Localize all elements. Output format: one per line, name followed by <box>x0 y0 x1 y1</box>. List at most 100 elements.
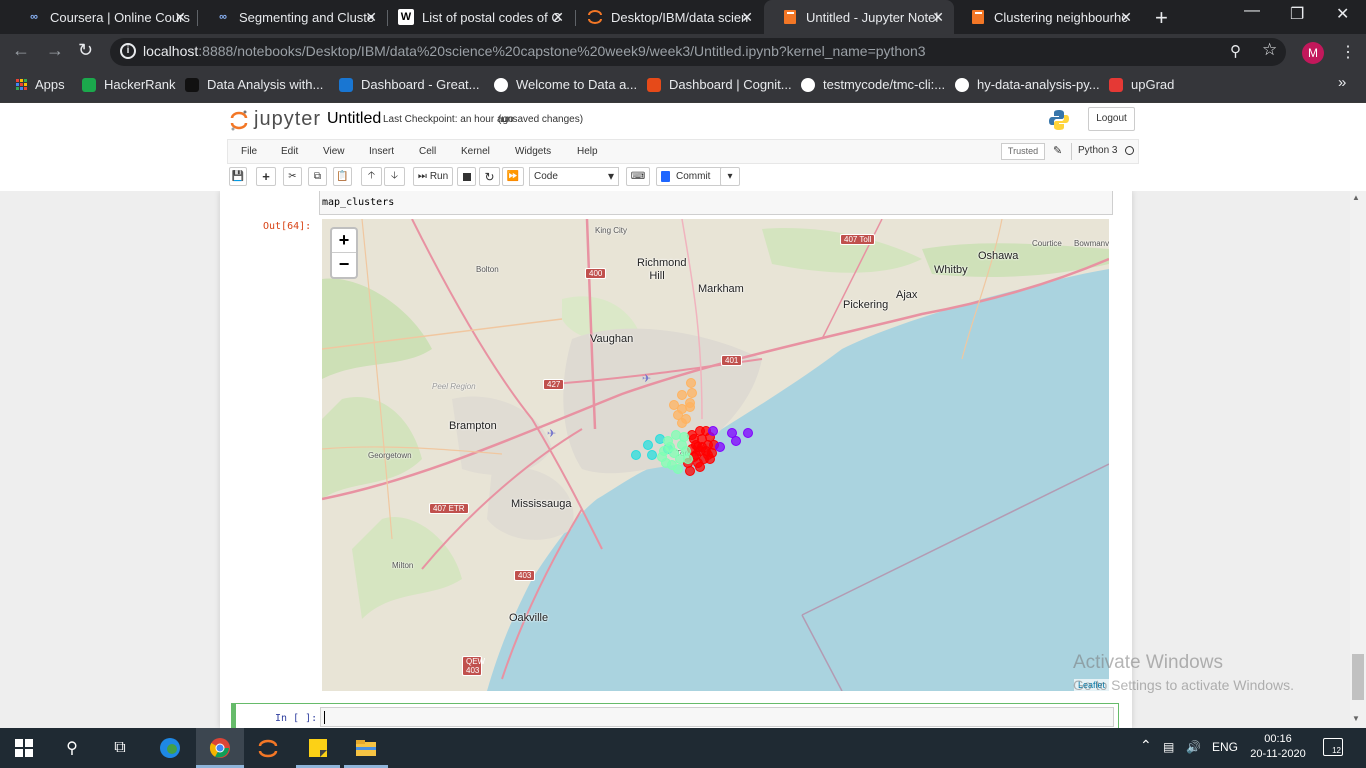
edge-icon[interactable] <box>158 736 182 760</box>
cluster-marker[interactable] <box>715 442 725 452</box>
cluster-marker[interactable] <box>631 450 641 460</box>
code-input-area[interactable]: map_clusters <box>319 191 1113 215</box>
cluster-marker[interactable] <box>673 464 683 474</box>
profile-avatar[interactable]: M <box>1302 42 1324 64</box>
info-icon[interactable]: i <box>120 43 136 59</box>
cluster-marker[interactable] <box>659 446 669 456</box>
menu-help[interactable]: Help <box>577 146 598 157</box>
interrupt-button[interactable] <box>457 167 476 186</box>
commit-dropdown[interactable]: ▾ <box>720 167 740 186</box>
tab-clustering[interactable]: Clustering neighbourhc ✕ <box>952 0 1142 34</box>
close-icon[interactable]: ✕ <box>932 9 944 26</box>
cluster-marker[interactable] <box>708 426 718 436</box>
menu-insert[interactable]: Insert <box>369 146 394 157</box>
trusted-badge[interactable]: Trusted <box>1001 143 1045 160</box>
cluster-marker[interactable] <box>669 400 679 410</box>
bookmark-testmycode[interactable]: testmycode/tmc-cli:... <box>801 77 945 92</box>
menu-file[interactable]: File <box>241 146 257 157</box>
code-input-area[interactable] <box>320 707 1114 727</box>
language-indicator[interactable]: ENG <box>1212 740 1238 754</box>
search-icon[interactable]: ⚲ <box>60 736 84 760</box>
bookmark-star-icon[interactable]: ☆ <box>1262 40 1277 60</box>
bookmark-data-analysis[interactable]: Data Analysis with... <box>185 77 323 92</box>
bookmark-hackerrank[interactable]: HackerRank <box>82 77 176 92</box>
menu-kernel[interactable]: Kernel <box>461 146 490 157</box>
scroll-down-icon[interactable]: ▼ <box>1352 714 1360 723</box>
bookmark-dashboard-great[interactable]: Dashboard - Great... <box>339 77 480 92</box>
tab-desktop-ibm[interactable]: Desktop/IBM/data scien ✕ <box>569 0 763 34</box>
zoom-in-button[interactable]: + <box>332 229 356 253</box>
new-tab-button[interactable]: + <box>1155 5 1168 31</box>
cluster-marker[interactable] <box>703 440 713 450</box>
command-palette-button[interactable]: ⌨ <box>626 167 650 186</box>
tab-coursera[interactable]: ∞ Coursera | Online Cours ✕ <box>8 0 196 34</box>
commit-button[interactable]: Commit <box>656 167 724 186</box>
move-up-button[interactable]: 🡡 <box>361 167 382 186</box>
cluster-marker[interactable] <box>683 454 693 464</box>
restart-run-all-button[interactable]: ⏩ <box>502 167 524 186</box>
tray-overflow-icon[interactable]: ⌃ <box>1140 737 1152 754</box>
bookmark-welcome-data[interactable]: Welcome to Data a... <box>494 77 637 92</box>
bookmark-hy-data[interactable]: hy-data-analysis-py... <box>955 77 1100 92</box>
cluster-marker[interactable] <box>685 402 695 412</box>
cluster-marker[interactable] <box>679 432 689 442</box>
back-icon[interactable]: ← <box>12 40 30 61</box>
bookmark-apps[interactable]: Apps <box>16 77 65 92</box>
menu-widgets[interactable]: Widgets <box>515 146 551 157</box>
scrollbar-track[interactable] <box>1350 191 1366 728</box>
cluster-marker[interactable] <box>743 428 753 438</box>
notebook-title[interactable]: Untitled <box>327 110 381 128</box>
url-input[interactable]: i localhost:8888/notebooks/Desktop/IBM/d… <box>110 38 1286 66</box>
system-clock[interactable]: 00:16 20-11-2020 <box>1247 732 1309 762</box>
restore-icon[interactable]: ❐ <box>1290 4 1304 24</box>
close-icon[interactable]: ✕ <box>1120 9 1132 26</box>
bookmark-dashboard-cognitive[interactable]: Dashboard | Cognit... <box>647 77 792 92</box>
network-icon[interactable]: ▤ <box>1163 740 1174 754</box>
cluster-marker[interactable] <box>693 442 703 452</box>
logout-button[interactable]: Logout <box>1088 107 1135 131</box>
task-view-icon[interactable]: ⧉ <box>108 736 132 760</box>
notification-center-icon[interactable]: 12 <box>1323 738 1343 756</box>
cell-type-select[interactable]: Code <box>529 167 619 186</box>
jupyter-logo[interactable]: jupyter <box>230 108 321 131</box>
scrollbar-thumb[interactable] <box>1352 654 1364 700</box>
more-menu-icon[interactable]: ⋮ <box>1340 42 1356 62</box>
close-icon[interactable]: ✕ <box>741 9 753 26</box>
copy-button[interactable]: ⧉ <box>308 167 327 186</box>
minimize-icon[interactable]: — <box>1244 2 1260 20</box>
cluster-marker[interactable] <box>686 378 696 388</box>
cluster-marker[interactable] <box>643 440 653 450</box>
chrome-icon[interactable] <box>208 736 232 760</box>
empty-code-cell[interactable]: In [ ]: <box>231 703 1119 728</box>
tab-untitled-active[interactable]: Untitled - Jupyter Notel ✕ <box>764 0 954 34</box>
cluster-marker[interactable] <box>677 390 687 400</box>
scroll-up-icon[interactable]: ▲ <box>1352 193 1360 202</box>
bookmarks-overflow[interactable]: » <box>1338 74 1346 91</box>
cluster-marker[interactable] <box>677 418 687 428</box>
folium-map[interactable]: ✈ ✈ King City Richmond Hill Markham Vaug… <box>322 219 1109 691</box>
cluster-marker[interactable] <box>731 436 741 446</box>
close-icon[interactable]: ✕ <box>365 9 377 26</box>
volume-icon[interactable]: 🔊 <box>1186 740 1201 754</box>
pencil-icon[interactable]: ✎ <box>1053 144 1062 157</box>
bookmark-upgrad[interactable]: upGrad <box>1109 77 1174 92</box>
window-close-icon[interactable]: ✕ <box>1336 4 1349 24</box>
menu-cell[interactable]: Cell <box>419 146 436 157</box>
save-button[interactable]: 💾 <box>229 167 247 186</box>
windows-start-icon[interactable] <box>12 736 36 760</box>
sticky-notes-icon[interactable] <box>306 736 330 760</box>
jupyter-taskbar-icon[interactable] <box>256 736 280 760</box>
reload-icon[interactable]: ↻ <box>78 40 93 61</box>
move-down-button[interactable]: 🡣 <box>384 167 405 186</box>
menu-view[interactable]: View <box>323 146 345 157</box>
zoom-out-button[interactable]: − <box>332 253 356 277</box>
file-explorer-icon[interactable] <box>354 736 378 760</box>
tab-wikipedia[interactable]: W List of postal codes of C ✕ <box>380 0 574 34</box>
cluster-marker[interactable] <box>647 450 657 460</box>
close-icon[interactable]: ✕ <box>174 9 186 26</box>
cluster-marker[interactable] <box>695 462 705 472</box>
tab-segmenting[interactable]: ∞ Segmenting and Cluste ✕ <box>197 0 387 34</box>
cut-button[interactable]: ✂ <box>283 167 302 186</box>
forward-icon[interactable]: → <box>46 40 64 61</box>
restart-button[interactable]: ↻ <box>479 167 500 186</box>
